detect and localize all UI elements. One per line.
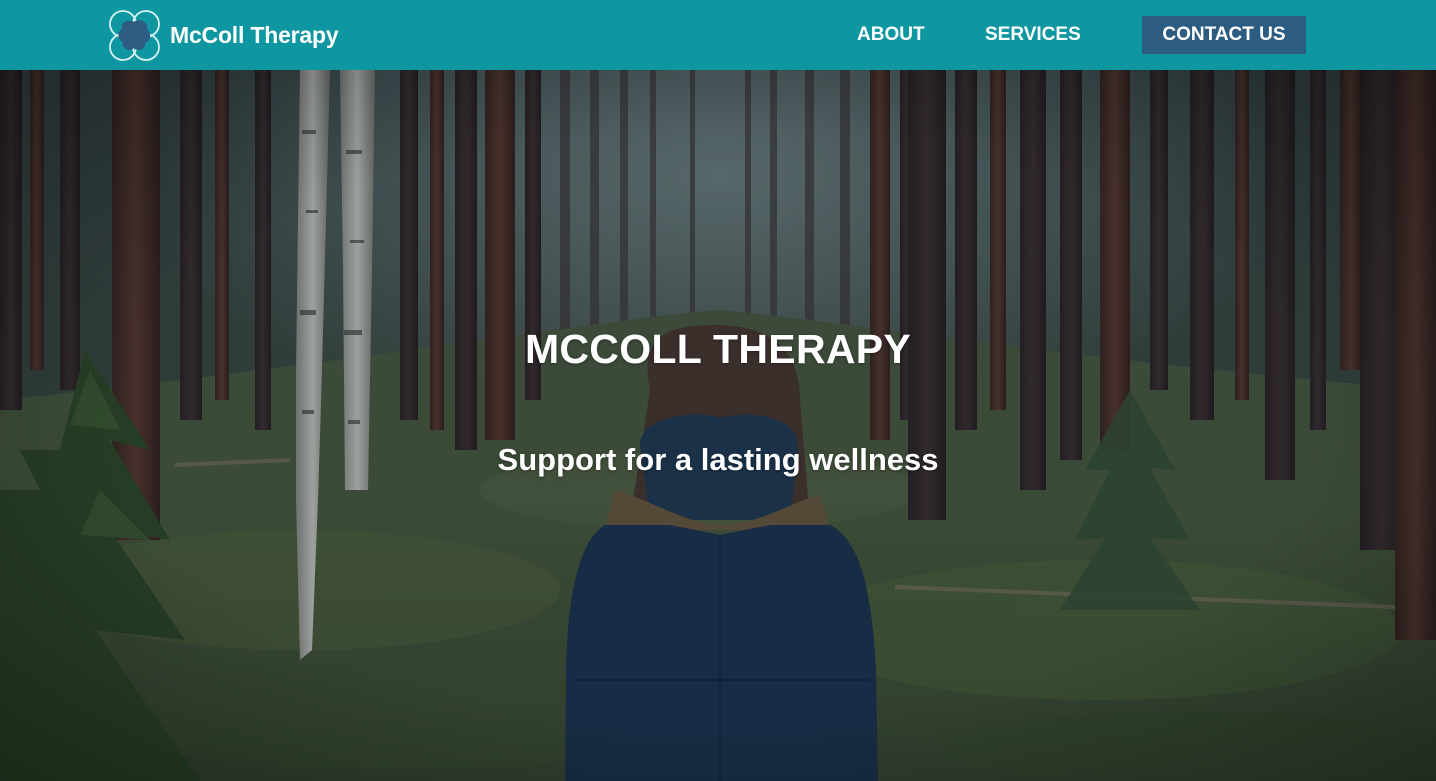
brand-link[interactable]: McColl Therapy (106, 7, 339, 63)
nav-about-link[interactable]: ABOUT (857, 23, 925, 47)
hero-title: MCCOLL THERAPY (524, 326, 912, 372)
cloud-flower-logo-icon (109, 9, 160, 61)
contact-us-button[interactable]: CONTACT US (1142, 16, 1306, 54)
hero-subtitle: Support for a lasting wellness (497, 442, 939, 477)
hero-section: MCCOLL THERAPY Support for a lasting wel… (0, 70, 1436, 781)
nav-services-link[interactable]: SERVICES (985, 23, 1081, 47)
site-header: McColl Therapy ABOUT SERVICES CONTACT US (0, 0, 1436, 70)
forest-woman-photo (0, 70, 1436, 781)
brand-name: McColl Therapy (170, 21, 339, 48)
